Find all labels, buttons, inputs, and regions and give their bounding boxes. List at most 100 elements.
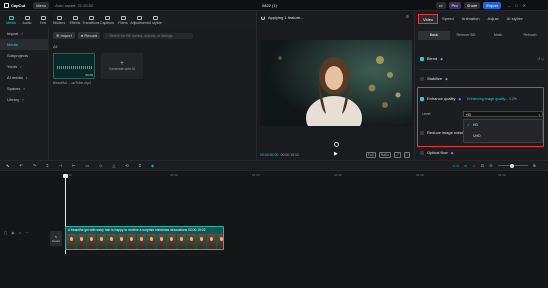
more-icon[interactable]: ⋯: [25, 231, 29, 235]
rotate-icon[interactable]: ⟲: [125, 163, 128, 168]
sidebar-item-yours[interactable]: Yours ▾: [0, 61, 48, 72]
stabilize-checkbox[interactable]: [420, 76, 424, 81]
fullscreen-icon[interactable]: ⛶: [403, 152, 410, 158]
toolbar-tab-ai-stylize[interactable]: AI stylize: [148, 13, 162, 28]
search-placeholder: Search for file names, scenes, or dialog…: [109, 33, 173, 38]
optical-flow-checkbox[interactable]: [420, 150, 424, 155]
split-icon[interactable]: ⌶: [46, 163, 48, 168]
media-search-input[interactable]: ⌕ Search for file names, scenes, or dial…: [103, 32, 194, 39]
toolbar-tab-label: Media: [6, 21, 16, 25]
capcut-logo-icon: [4, 2, 9, 8]
timeline-view-controls: ⊂⊃ ∞ ⇔ ⊡ ⊖ ⊕: [452, 163, 536, 168]
more-options-icon[interactable]: ≡: [406, 14, 409, 20]
link-icon[interactable]: ∞: [464, 163, 467, 168]
stabilize-label: Stabilize: [427, 76, 443, 81]
share-button[interactable]: Share: [463, 1, 481, 9]
minimize-icon[interactable]: –: [508, 3, 510, 8]
sidebar-item-label: Import: [7, 31, 19, 36]
toolbar-tab-audio[interactable]: Audio: [20, 13, 34, 28]
lock-icon[interactable]: ▢: [4, 231, 7, 235]
reset-icon[interactable]: ↺ ◇: [537, 57, 544, 61]
clip-frame: [87, 234, 96, 249]
clip-frame: [177, 234, 186, 249]
subtab-remove-bg[interactable]: Remove BG: [450, 31, 482, 40]
media-thumbnail[interactable]: 00:09: [53, 53, 95, 79]
sidebar-item-import[interactable]: Import ▾: [0, 28, 48, 39]
video-preview[interactable]: [260, 40, 412, 126]
mute-icon[interactable]: ◁: [18, 231, 21, 235]
clip-frame: [107, 234, 116, 249]
optical-flow-label: Optical flow: [427, 150, 448, 155]
toolbar-tab-label: Audio: [22, 21, 32, 25]
export-button[interactable]: Export: [483, 1, 501, 9]
generate-with-ai-card[interactable]: + Generate with AI: [101, 53, 143, 79]
crop-icon[interactable]: ⌗: [139, 163, 141, 168]
maximize-icon[interactable]: □: [515, 3, 517, 8]
toolbar-tab-filters[interactable]: Filters: [116, 13, 130, 28]
magnet-icon[interactable]: ⊂⊃: [452, 163, 459, 168]
mirror-icon[interactable]: △: [112, 163, 115, 168]
cover-button[interactable]: ✎ Cover: [50, 231, 62, 246]
delete-icon[interactable]: ▭: [85, 163, 89, 168]
ruler-tick: 01:30: [334, 173, 342, 177]
sidebar-item-ai-media[interactable]: AI media ▾: [0, 72, 48, 83]
split-left-icon[interactable]: ⊣: [58, 163, 61, 168]
toolbar-tab-effects[interactable]: Effects: [68, 13, 82, 28]
tab-video[interactable]: Video: [418, 14, 439, 24]
preview-axis-icon[interactable]: ⇔: [472, 163, 476, 168]
ratio-button[interactable]: Ratio: [378, 152, 391, 158]
toolbar-tab-adjustment[interactable]: Adjustment: [130, 13, 148, 28]
full-quality-button[interactable]: Full: [365, 152, 376, 158]
ai-stylize-icon: [152, 16, 158, 20]
sidebar-item-library[interactable]: Library ▾: [0, 94, 48, 105]
sidebar-item-media[interactable]: Media: [0, 39, 48, 50]
sidebar-item-label: Library: [7, 97, 20, 102]
close-icon[interactable]: ✕: [523, 3, 526, 8]
subtab-mask[interactable]: Mask: [482, 31, 514, 40]
eye-icon[interactable]: ◉: [11, 231, 14, 235]
toolbar-tab-label: Adjustment: [130, 21, 148, 25]
monitor-icon[interactable]: ▭: [435, 1, 446, 9]
zoom-to-fit-icon[interactable]: ⊡: [481, 163, 484, 168]
shield-icon[interactable]: ◇: [99, 163, 102, 168]
sidebar-item-subprojects[interactable]: Subprojects: [0, 50, 48, 61]
pro-button[interactable]: Pro: [448, 1, 461, 9]
clip-frame: [157, 234, 166, 249]
play-icon[interactable]: ▶: [334, 151, 338, 157]
toolbar-tab-transitions[interactable]: Transitions: [83, 13, 100, 28]
menu-button[interactable]: Menu: [33, 1, 50, 9]
zoom-in-icon[interactable]: ⊕: [533, 163, 536, 168]
undo-icon[interactable]: ↶: [19, 163, 22, 168]
audio-waveform: [57, 66, 93, 69]
autosave-status: Auto saved: 21:10:52: [55, 2, 94, 8]
redo-icon[interactable]: ↷: [33, 163, 36, 168]
subtab-basic[interactable]: Basic: [418, 31, 450, 40]
select-cursor-icon[interactable]: ⬉: [6, 163, 9, 168]
zoom-slider[interactable]: [497, 163, 528, 168]
toolbar-tab-stickers[interactable]: Stickers: [52, 13, 66, 28]
ruler-tick: 00:30: [170, 173, 178, 177]
chevron-down-icon: ▾: [20, 64, 22, 69]
zoom-slider-handle[interactable]: [509, 163, 514, 168]
clip-frame: [147, 234, 156, 249]
zoom-out-icon[interactable]: ⊖: [489, 163, 492, 168]
media-filter[interactable]: All: [53, 44, 57, 49]
clip-frame: [217, 234, 223, 249]
import-button[interactable]: ⊕ Import: [53, 32, 75, 39]
tab-ai-stylize[interactable]: AI stylize: [503, 14, 527, 24]
tab-speed[interactable]: Speed: [438, 14, 458, 24]
record-button[interactable]: ● Record: [77, 32, 101, 39]
zoom-icon[interactable]: ⤢: [393, 152, 401, 158]
toolbar-tab-media[interactable]: Media: [4, 13, 18, 28]
record-dot-icon[interactable]: [334, 142, 339, 147]
subtab-retouch[interactable]: Retouch: [514, 31, 546, 40]
tab-animation[interactable]: Animation: [458, 14, 484, 24]
toolbar-tab-text[interactable]: Text: [36, 13, 50, 28]
sidebar-item-spaces[interactable]: Spaces ▾: [0, 83, 48, 94]
ai-edit-icon[interactable]: ◈: [151, 163, 154, 168]
toolbar-tab-captions[interactable]: Captions: [100, 13, 114, 28]
tab-adjust[interactable]: Adjust: [484, 14, 503, 24]
blend-checkbox[interactable]: [420, 56, 424, 61]
split-right-icon[interactable]: ⊢: [72, 163, 75, 168]
video-clip[interactable]: A beautiful girl with wavy hair is happy…: [65, 226, 224, 250]
